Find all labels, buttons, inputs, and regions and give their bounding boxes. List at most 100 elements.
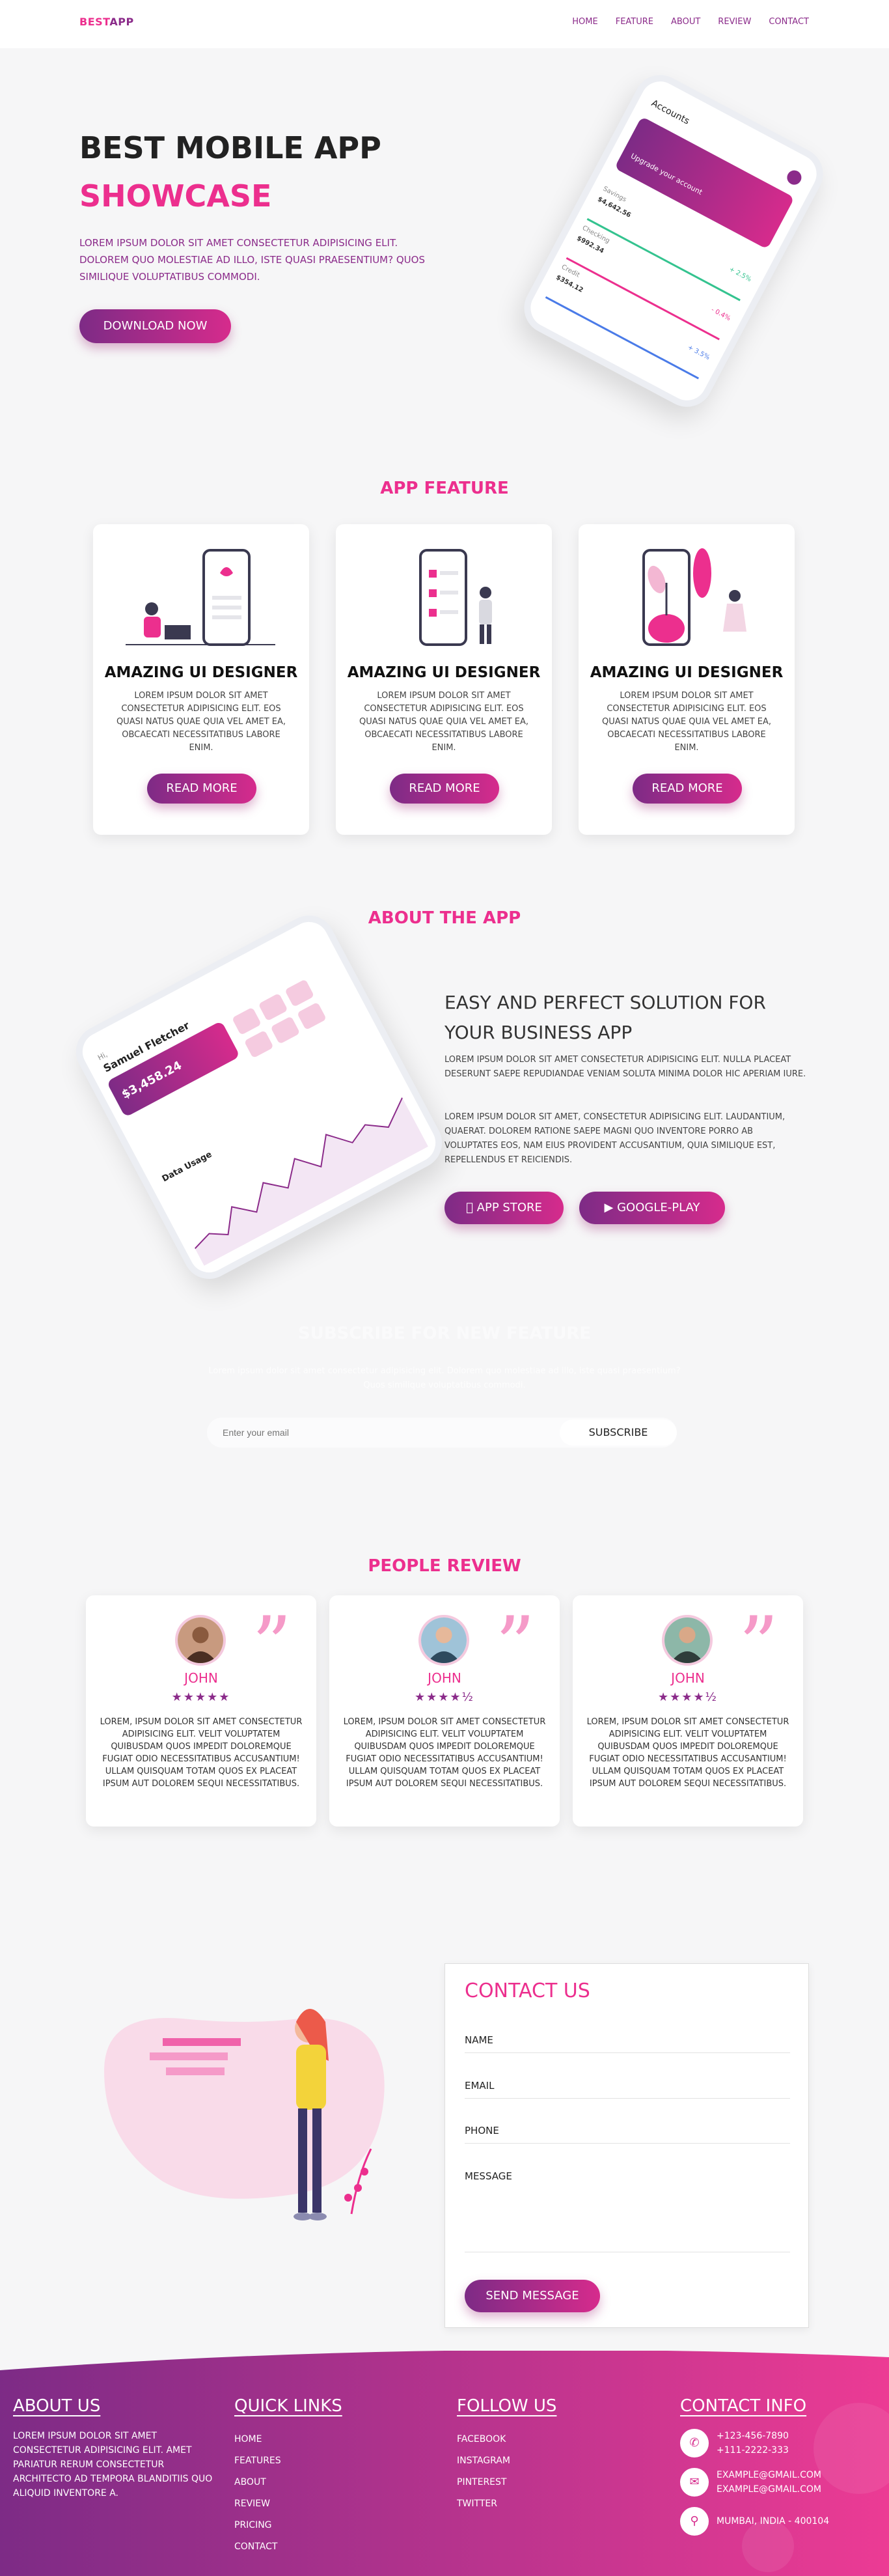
contact-form: CONTACT US NAME EMAIL PHONE MESSAGE SEND… xyxy=(444,1963,809,2328)
email-input[interactable] xyxy=(223,1418,548,1448)
avatar xyxy=(662,1615,713,1666)
footer-link-instagram[interactable]: INSTAGRAM xyxy=(457,2450,556,2472)
download-now-button[interactable]: DOWNLOAD NOW xyxy=(79,309,231,343)
address: Mumbai, India - 400104 xyxy=(717,2516,830,2527)
account-delta: + 2.5% xyxy=(728,266,753,284)
avatar xyxy=(175,1615,226,1666)
nav-review[interactable]: REVIEW xyxy=(718,17,751,27)
app-store-button[interactable]:  APP STORE xyxy=(444,1192,564,1224)
nav-home[interactable]: HOME xyxy=(572,17,597,27)
subscribe-form: SUBSCRIBE xyxy=(207,1418,677,1448)
send-message-button[interactable]: SEND MESSAGE xyxy=(465,2280,600,2312)
feature-card: AMAZING UI DESIGNER Lorem ipsum dolor si… xyxy=(579,524,795,835)
star-rating: ★★★★★ xyxy=(171,1690,231,1704)
star-rating: ★★★★½ xyxy=(415,1690,474,1704)
footer-link-contact[interactable]: CONTACT xyxy=(234,2536,342,2558)
read-more-button[interactable]: READ MORE xyxy=(390,774,499,804)
name-field[interactable]: NAME xyxy=(465,2034,790,2053)
account-value: $4,642.56 xyxy=(596,195,633,219)
email-1[interactable]: example@gmail.com xyxy=(717,2468,821,2482)
ui-designer-illustration xyxy=(642,548,746,646)
footer-link-features[interactable]: FEATURES xyxy=(234,2450,342,2472)
phone-field[interactable]: PHONE xyxy=(465,2125,790,2144)
footer-link-twitter[interactable]: TWITTER xyxy=(457,2493,556,2515)
feature-card: AMAZING UI DESIGNER Lorem ipsum dolor si… xyxy=(93,524,309,835)
ui-designer-illustration xyxy=(126,549,275,646)
email-2[interactable]: example@gmail.com xyxy=(717,2482,821,2497)
app-store-label: APP STORE xyxy=(471,1201,542,1214)
review-text: Lorem, ipsum dolor sit amet consectetur … xyxy=(586,1717,789,1789)
feature-text: Lorem ipsum dolor sit amet consectetur a… xyxy=(116,691,286,753)
account-value: $354.12 xyxy=(554,273,584,294)
reviewer-name: JOHN xyxy=(428,1670,461,1686)
footer-follow-us: FOLLOW US FACEBOOK INSTAGRAM PINTEREST T… xyxy=(457,2396,556,2515)
envelope-icon: ✉ xyxy=(680,2468,709,2497)
about-phone-mockup: Hi, Samuel Fletcher $3,458.24 Data Usage xyxy=(66,906,452,1289)
contact-email: ✉ example@gmail.com example@gmail.com xyxy=(680,2468,875,2497)
nav-about[interactable]: ABOUT xyxy=(671,17,700,27)
feature-title: AMAZING UI DESIGNER xyxy=(104,664,298,681)
ui-designer-illustration xyxy=(419,549,492,646)
main-nav: HOME FEATURE ABOUT REVIEW CONTACT xyxy=(572,17,809,27)
data-usage-sparkline xyxy=(194,1097,429,1266)
contact-address: ⚲ Mumbai, India - 400104 xyxy=(680,2507,875,2536)
about-heading: EASY AND PERFECT SOLUTION FOR YOUR BUSIN… xyxy=(444,992,766,1043)
hero-title: BEST MOBILE APP xyxy=(79,130,381,165)
footer-link-facebook[interactable]: FACEBOOK xyxy=(457,2429,556,2450)
feature-text: Lorem ipsum dolor sit amet consectetur a… xyxy=(601,691,772,753)
contact-phone: ✆ +123-456-7890 +111-2222-333 xyxy=(680,2429,875,2457)
subscribe-text: Lorem ipsum dolor sit amet consectetur a… xyxy=(208,1366,681,1390)
review-card: ” JOHN ★★★★½ Lorem, ipsum dolor sit amet… xyxy=(329,1595,560,1827)
footer: ABOUT US Lorem ipsum dolor sit amet cons… xyxy=(0,2351,889,2576)
phone-number-2[interactable]: +111-2222-333 xyxy=(717,2443,789,2457)
review-card: ” JOHN ★★★★★ Lorem, ipsum dolor sit amet… xyxy=(86,1595,316,1827)
subscribe-button[interactable]: SUBSCRIBE xyxy=(560,1420,677,1446)
nav-feature[interactable]: FEATURE xyxy=(616,17,653,27)
footer-link-about[interactable]: ABOUT xyxy=(234,2472,342,2493)
google-play-label: GOOGLE-PLAY xyxy=(617,1201,700,1214)
footer-link-review[interactable]: REVIEW xyxy=(234,2493,342,2515)
footer-link-pinterest[interactable]: PINTEREST xyxy=(457,2472,556,2493)
phone-number-1[interactable]: +123-456-7890 xyxy=(717,2429,789,2443)
feature-card: AMAZING UI DESIGNER Lorem ipsum dolor si… xyxy=(336,524,552,835)
phone-heading: Accounts xyxy=(650,98,691,127)
reviewer-name: JOHN xyxy=(184,1670,218,1686)
about-paragraph-1: Lorem ipsum dolor sit amet consectetur a… xyxy=(444,1055,806,1079)
review-card: ” JOHN ★★★★½ Lorem, ipsum dolor sit amet… xyxy=(573,1595,803,1827)
footer-about: ABOUT US Lorem ipsum dolor sit amet cons… xyxy=(13,2396,215,2500)
phone-icon: ✆ xyxy=(680,2429,709,2457)
avatar xyxy=(784,167,804,188)
footer-link-home[interactable]: HOME xyxy=(234,2429,342,2450)
quick-links-title: QUICK LINKS xyxy=(234,2396,342,2416)
read-more-button[interactable]: READ MORE xyxy=(633,774,742,804)
logo-part-app: APP xyxy=(109,16,134,28)
subscribe-title: SUBSCRIBE FOR NEW FEATURE xyxy=(297,1324,592,1343)
review-title: PEOPLE REVIEW xyxy=(368,1556,521,1576)
star-rating: ★★★★½ xyxy=(658,1690,718,1704)
feature-title: AMAZING UI DESIGNER xyxy=(590,664,784,681)
nav-contact[interactable]: CONTACT xyxy=(769,17,809,27)
location-pin-icon: ⚲ xyxy=(680,2507,709,2536)
about-title: ABOUT THE APP xyxy=(368,908,521,928)
logo[interactable]: BESTAPP xyxy=(79,16,134,28)
google-play-button[interactable]: ▶ GOOGLE-PLAY xyxy=(579,1192,725,1224)
hero-text: Lorem ipsum dolor sit amet consectetur a… xyxy=(79,237,425,283)
account-delta: + 3.5% xyxy=(686,344,711,362)
upgrade-card-label: Upgrade your account xyxy=(629,151,704,197)
read-more-button[interactable]: READ MORE xyxy=(147,774,256,804)
footer-about-title: ABOUT US xyxy=(13,2396,101,2416)
logo-part-best: BEST xyxy=(79,16,110,28)
footer-about-text: Lorem ipsum dolor sit amet consectetur a… xyxy=(13,2431,213,2499)
message-field[interactable]: MESSAGE xyxy=(465,2170,790,2252)
follow-us-title: FOLLOW US xyxy=(457,2396,557,2416)
hero-phone-mockup: Accounts Upgrade your account Savings $4… xyxy=(515,66,832,416)
footer-link-pricing[interactable]: PRICING xyxy=(234,2515,342,2536)
play-icon: ▶ xyxy=(604,1201,618,1214)
footer-contact-info: CONTACT INFO ✆ +123-456-7890 +111-2222-33… xyxy=(680,2396,875,2546)
feature-text: Lorem ipsum dolor sit amet consectetur a… xyxy=(359,691,529,753)
email-field[interactable]: EMAIL xyxy=(465,2080,790,2099)
contact-info-title: CONTACT INFO xyxy=(680,2396,807,2416)
header: BESTAPP HOME FEATURE ABOUT REVIEW CONTAC… xyxy=(0,0,889,48)
hero-subtitle: SHOWCASE xyxy=(79,178,272,214)
account-delta: - 0.4% xyxy=(709,306,732,323)
